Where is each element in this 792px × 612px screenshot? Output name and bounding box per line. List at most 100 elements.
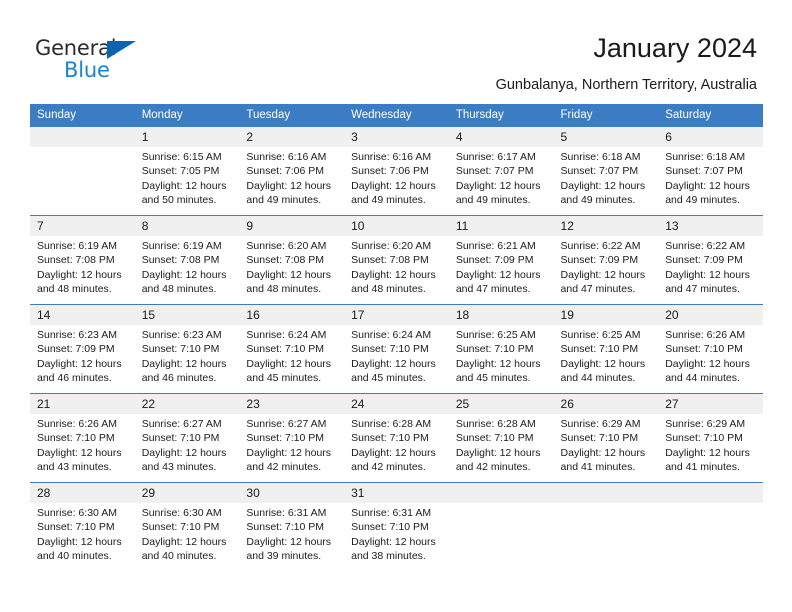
- day-number: 31: [344, 483, 449, 503]
- day-cell[interactable]: 24 Sunrise: 6:28 AM Sunset: 7:10 PM Dayli…: [344, 393, 449, 483]
- day-cell[interactable]: 9 Sunrise: 6:20 AM Sunset: 7:08 PM Daylig…: [239, 215, 345, 305]
- week-row: 21 Sunrise: 6:26 AM Sunset: 7:10 PM Dayli…: [30, 393, 763, 483]
- weekday-header-saturday: Saturday: [658, 104, 763, 127]
- day-details: Sunrise: 6:22 AM Sunset: 7:09 PM Dayligh…: [560, 240, 646, 296]
- week-row: 1 Sunrise: 6:15 AM Sunset: 7:05 PM Daylig…: [30, 126, 763, 216]
- day-cell[interactable]: 2 Sunrise: 6:16 AM Sunset: 7:06 PM Daylig…: [239, 126, 345, 216]
- day-details: Sunrise: 6:27 AM Sunset: 7:10 PM Dayligh…: [246, 418, 332, 474]
- day-details: Sunrise: 6:30 AM Sunset: 7:10 PM Dayligh…: [141, 507, 227, 563]
- day-details: Sunrise: 6:30 AM Sunset: 7:10 PM Dayligh…: [37, 507, 122, 563]
- day-number: 12: [553, 216, 659, 236]
- day-number: 20: [658, 305, 763, 325]
- day-cell[interactable]: 6 Sunrise: 6:18 AM Sunset: 7:07 PM Daylig…: [658, 126, 763, 216]
- day-cell[interactable]: 3 Sunrise: 6:16 AM Sunset: 7:06 PM Daylig…: [344, 126, 449, 216]
- day-cell[interactable]: 23 Sunrise: 6:27 AM Sunset: 7:10 PM Dayli…: [239, 393, 345, 483]
- day-cell[interactable]: [553, 482, 659, 571]
- day-details: Sunrise: 6:28 AM Sunset: 7:10 PM Dayligh…: [455, 418, 541, 474]
- day-cell[interactable]: 26 Sunrise: 6:29 AM Sunset: 7:10 PM Dayli…: [553, 393, 659, 483]
- day-details: Sunrise: 6:29 AM Sunset: 7:10 PM Dayligh…: [560, 418, 646, 474]
- day-cell[interactable]: 7 Sunrise: 6:19 AM Sunset: 7:08 PM Daylig…: [30, 215, 135, 305]
- day-cell[interactable]: 21 Sunrise: 6:26 AM Sunset: 7:10 PM Dayli…: [30, 393, 135, 483]
- weekday-header-monday: Monday: [134, 104, 240, 127]
- day-number: 23: [239, 394, 345, 414]
- day-cell[interactable]: [30, 126, 135, 216]
- day-details: Sunrise: 6:28 AM Sunset: 7:10 PM Dayligh…: [351, 418, 436, 474]
- day-number: 1: [134, 127, 240, 147]
- day-number: 30: [239, 483, 345, 503]
- day-number: 17: [344, 305, 449, 325]
- page-subtitle: Gunbalanya, Northern Territory, Australi…: [495, 77, 757, 93]
- day-details: Sunrise: 6:31 AM Sunset: 7:10 PM Dayligh…: [246, 507, 332, 563]
- day-number: 24: [344, 394, 449, 414]
- weekday-header-tuesday: Tuesday: [239, 104, 345, 127]
- day-cell[interactable]: 22 Sunrise: 6:27 AM Sunset: 7:10 PM Dayli…: [134, 393, 240, 483]
- day-cell[interactable]: 13 Sunrise: 6:22 AM Sunset: 7:09 PM Dayli…: [658, 215, 763, 305]
- page-title: January 2024: [593, 33, 757, 63]
- day-number: 28: [30, 483, 135, 503]
- day-number: 27: [658, 394, 763, 414]
- day-number: [658, 483, 763, 503]
- brand-logo[interactable]: General Blue: [35, 36, 165, 82]
- day-number: 5: [553, 127, 659, 147]
- day-details: [554, 503, 659, 506]
- day-details: Sunrise: 6:25 AM Sunset: 7:10 PM Dayligh…: [455, 329, 541, 385]
- weekday-header-sunday: Sunday: [30, 104, 135, 127]
- day-cell[interactable]: 15 Sunrise: 6:23 AM Sunset: 7:10 PM Dayli…: [134, 304, 240, 394]
- day-number: 29: [134, 483, 240, 503]
- day-cell[interactable]: 30 Sunrise: 6:31 AM Sunset: 7:10 PM Dayli…: [239, 482, 345, 571]
- day-cell[interactable]: 11 Sunrise: 6:21 AM Sunset: 7:09 PM Dayli…: [448, 215, 554, 305]
- day-details: Sunrise: 6:21 AM Sunset: 7:09 PM Dayligh…: [455, 240, 541, 296]
- day-number: 3: [344, 127, 449, 147]
- day-cell[interactable]: 12 Sunrise: 6:22 AM Sunset: 7:09 PM Dayli…: [553, 215, 659, 305]
- day-number: 14: [30, 305, 135, 325]
- day-number: 6: [658, 127, 763, 147]
- day-details: Sunrise: 6:20 AM Sunset: 7:08 PM Dayligh…: [351, 240, 436, 296]
- day-details: Sunrise: 6:23 AM Sunset: 7:10 PM Dayligh…: [141, 329, 227, 385]
- day-cell[interactable]: 29 Sunrise: 6:30 AM Sunset: 7:10 PM Dayli…: [134, 482, 240, 571]
- day-details: Sunrise: 6:16 AM Sunset: 7:06 PM Dayligh…: [246, 151, 332, 207]
- day-number: 7: [30, 216, 135, 236]
- day-cell[interactable]: 27 Sunrise: 6:29 AM Sunset: 7:10 PM Dayli…: [658, 393, 763, 483]
- day-number: 11: [448, 216, 554, 236]
- day-cell[interactable]: 14 Sunrise: 6:23 AM Sunset: 7:09 PM Dayli…: [30, 304, 135, 394]
- triangle-icon: [107, 41, 136, 59]
- day-details: Sunrise: 6:20 AM Sunset: 7:08 PM Dayligh…: [246, 240, 332, 296]
- day-number: 13: [658, 216, 763, 236]
- day-number: 8: [134, 216, 240, 236]
- day-cell[interactable]: 19 Sunrise: 6:25 AM Sunset: 7:10 PM Dayli…: [553, 304, 659, 394]
- day-cell[interactable]: [658, 482, 763, 571]
- day-details: Sunrise: 6:18 AM Sunset: 7:07 PM Dayligh…: [665, 151, 750, 207]
- day-details: Sunrise: 6:29 AM Sunset: 7:10 PM Dayligh…: [665, 418, 750, 474]
- calendar-page: General Blue January 2024 Gunbalanya, No…: [0, 0, 792, 612]
- day-cell[interactable]: 4 Sunrise: 6:17 AM Sunset: 7:07 PM Daylig…: [448, 126, 554, 216]
- day-cell[interactable]: 17 Sunrise: 6:24 AM Sunset: 7:10 PM Dayli…: [344, 304, 449, 394]
- weekday-header-thursday: Thursday: [448, 104, 554, 127]
- day-number: 10: [344, 216, 449, 236]
- day-cell[interactable]: 10 Sunrise: 6:20 AM Sunset: 7:08 PM Dayli…: [344, 215, 449, 305]
- day-details: Sunrise: 6:26 AM Sunset: 7:10 PM Dayligh…: [665, 329, 750, 385]
- day-number: 26: [553, 394, 659, 414]
- day-details: Sunrise: 6:16 AM Sunset: 7:06 PM Dayligh…: [351, 151, 436, 207]
- day-cell[interactable]: 20 Sunrise: 6:26 AM Sunset: 7:10 PM Dayli…: [658, 304, 763, 394]
- week-row: 14 Sunrise: 6:23 AM Sunset: 7:09 PM Dayli…: [30, 304, 763, 394]
- day-details: [30, 147, 135, 150]
- day-number: 25: [448, 394, 554, 414]
- day-details: Sunrise: 6:22 AM Sunset: 7:09 PM Dayligh…: [665, 240, 750, 296]
- day-cell[interactable]: 8 Sunrise: 6:19 AM Sunset: 7:08 PM Daylig…: [134, 215, 240, 305]
- day-cell[interactable]: 25 Sunrise: 6:28 AM Sunset: 7:10 PM Dayli…: [448, 393, 554, 483]
- day-cell[interactable]: 28 Sunrise: 6:30 AM Sunset: 7:10 PM Dayli…: [30, 482, 135, 571]
- day-cell[interactable]: [448, 482, 554, 571]
- day-cell[interactable]: 31 Sunrise: 6:31 AM Sunset: 7:10 PM Dayli…: [344, 482, 449, 571]
- day-details: Sunrise: 6:19 AM Sunset: 7:08 PM Dayligh…: [37, 240, 122, 296]
- day-details: [449, 503, 554, 506]
- week-row: 28 Sunrise: 6:30 AM Sunset: 7:10 PM Dayli…: [30, 482, 763, 571]
- day-cell[interactable]: 5 Sunrise: 6:18 AM Sunset: 7:07 PM Daylig…: [553, 126, 659, 216]
- day-number: 21: [30, 394, 135, 414]
- day-details: Sunrise: 6:23 AM Sunset: 7:09 PM Dayligh…: [37, 329, 122, 385]
- brand-word-blue: Blue: [64, 58, 110, 82]
- day-cell[interactable]: 16 Sunrise: 6:24 AM Sunset: 7:10 PM Dayli…: [239, 304, 345, 394]
- day-cell[interactable]: 1 Sunrise: 6:15 AM Sunset: 7:05 PM Daylig…: [134, 126, 240, 216]
- brand-word-general: General: [35, 36, 117, 60]
- day-details: Sunrise: 6:25 AM Sunset: 7:10 PM Dayligh…: [560, 329, 646, 385]
- day-cell[interactable]: 18 Sunrise: 6:25 AM Sunset: 7:10 PM Dayli…: [448, 304, 554, 394]
